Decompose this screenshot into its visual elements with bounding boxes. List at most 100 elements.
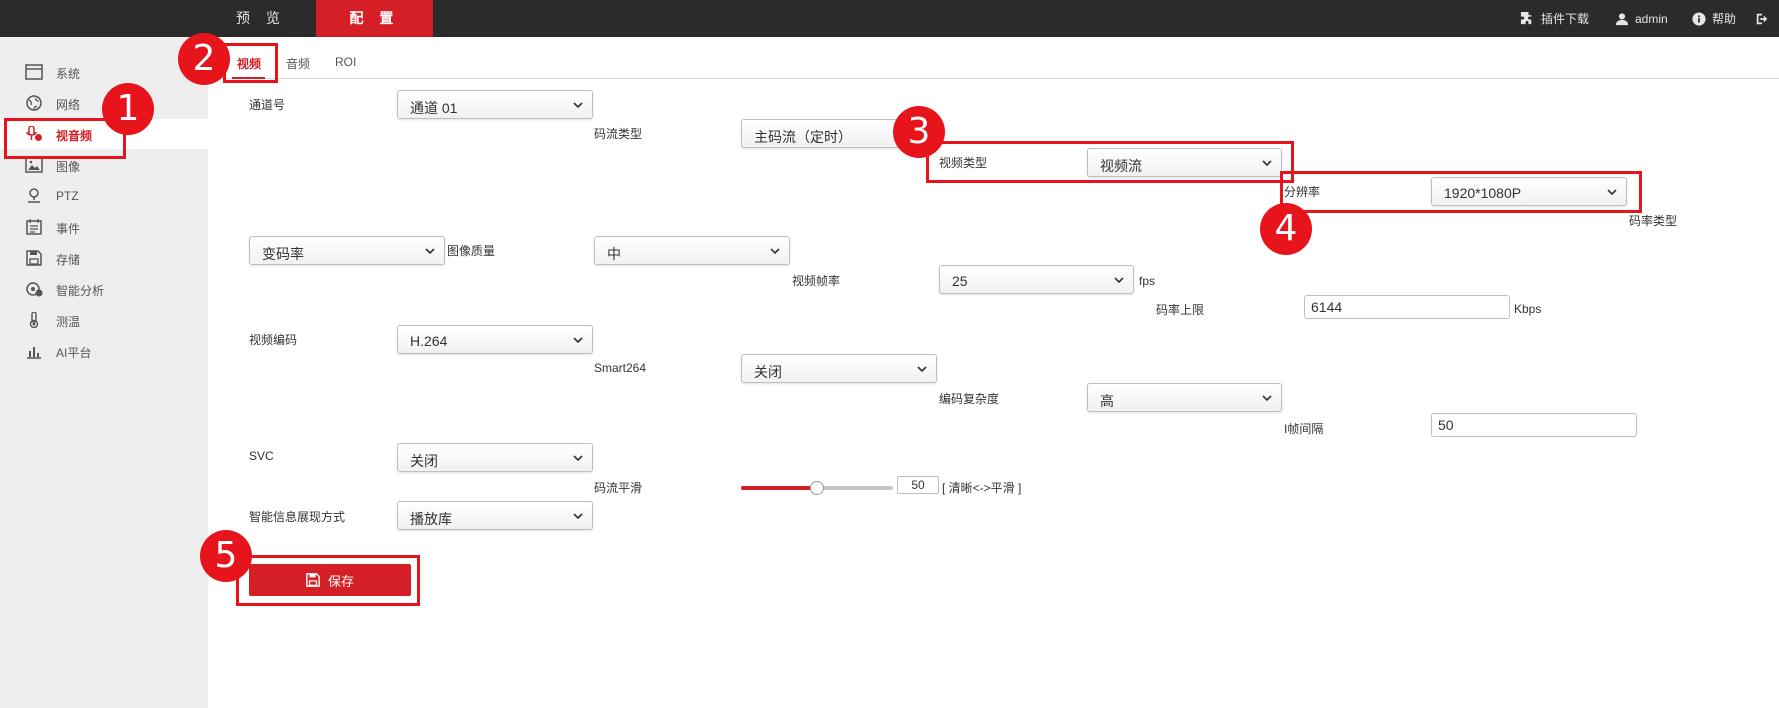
storage-icon bbox=[26, 250, 42, 266]
sidebar-item-label: 智能分析 bbox=[56, 284, 105, 298]
i-frame-interval-input[interactable] bbox=[1431, 413, 1637, 437]
stream-smoothing-input[interactable] bbox=[897, 476, 939, 494]
highlight-box-4 bbox=[1280, 171, 1642, 213]
chevron-down-icon bbox=[770, 248, 780, 255]
sub-tab-bar: 视频 音频 ROI bbox=[208, 37, 1779, 79]
info-icon bbox=[1692, 11, 1706, 26]
annotation-badge-4: 4 bbox=[1260, 203, 1312, 255]
plugin-download-label: 插件下载 bbox=[1541, 12, 1590, 26]
svc-value: 关闭 bbox=[410, 453, 438, 469]
smart-info-display-label: 智能信息展现方式 bbox=[249, 510, 346, 524]
encoding-complexity-label: 编码复杂度 bbox=[939, 392, 1000, 406]
stream-smoothing-hint: [ 清晰<->平滑 ] bbox=[942, 481, 1022, 495]
chevron-down-icon bbox=[573, 455, 583, 462]
smart264-value: 关闭 bbox=[754, 364, 782, 380]
top-navigation-bar: 预 览 配 置 插件下载 admin 帮助 bbox=[0, 0, 1779, 37]
video-encoding-value: H.264 bbox=[410, 333, 448, 349]
system-icon bbox=[25, 64, 43, 80]
highlight-box-5 bbox=[236, 555, 420, 606]
image-quality-label: 图像质量 bbox=[447, 244, 496, 258]
annotation-badge-5: 5 bbox=[200, 530, 252, 582]
smart-analysis-icon bbox=[26, 282, 43, 297]
slider-handle[interactable] bbox=[810, 481, 824, 495]
chevron-down-icon bbox=[573, 102, 583, 109]
chevron-down-icon bbox=[573, 337, 583, 344]
sidebar-item-label: 系统 bbox=[56, 67, 81, 81]
sidebar-item-ptz[interactable]: PTZ bbox=[0, 181, 208, 211]
user-name: admin bbox=[1635, 11, 1668, 26]
sidebar-item-smart-analysis[interactable]: 智能分析 bbox=[0, 274, 208, 304]
max-bitrate-unit: Kbps bbox=[1514, 302, 1542, 316]
sidebar-item-thermometry[interactable]: 测温 bbox=[0, 305, 208, 335]
smart-info-display-value: 播放库 bbox=[410, 511, 452, 527]
chevron-down-icon bbox=[917, 366, 927, 373]
help-label: 帮助 bbox=[1712, 12, 1737, 26]
chevron-down-icon bbox=[573, 513, 583, 520]
channel-value: 通道 01 bbox=[410, 100, 458, 116]
chevron-down-icon bbox=[1262, 395, 1272, 402]
frame-rate-label: 视频帧率 bbox=[792, 274, 841, 288]
sidebar-item-label: 测温 bbox=[56, 315, 81, 329]
frame-rate-select[interactable]: 25 bbox=[939, 265, 1134, 294]
plugin-download-link[interactable]: 插件下载 bbox=[1520, 0, 1589, 37]
tab-preview[interactable]: 预 览 bbox=[208, 0, 314, 37]
channel-select[interactable]: 通道 01 bbox=[397, 90, 593, 119]
svc-label: SVC bbox=[249, 449, 274, 463]
smart264-label: Smart264 bbox=[594, 361, 647, 375]
tab-configuration[interactable]: 配 置 bbox=[316, 0, 433, 37]
smart264-select[interactable]: 关闭 bbox=[741, 354, 937, 383]
highlight-box-2 bbox=[223, 43, 278, 83]
frame-rate-value: 25 bbox=[952, 273, 968, 289]
logout-icon bbox=[1756, 13, 1768, 24]
stream-type-value: 主码流（定时） bbox=[754, 129, 852, 145]
svc-select[interactable]: 关闭 bbox=[397, 443, 593, 472]
thermometer-icon bbox=[29, 312, 39, 328]
smart-info-display-select[interactable]: 播放库 bbox=[397, 501, 593, 530]
sidebar-item-storage[interactable]: 存储 bbox=[0, 243, 208, 273]
ptz-icon bbox=[28, 188, 40, 203]
image-quality-value: 中 bbox=[607, 246, 621, 262]
sidebar-item-label: 图像 bbox=[56, 160, 81, 174]
stream-type-label: 码流类型 bbox=[594, 127, 643, 141]
video-encoding-label: 视频编码 bbox=[249, 333, 298, 347]
bitrate-type-select[interactable]: 变码率 bbox=[249, 236, 445, 265]
help-link[interactable]: 帮助 bbox=[1692, 0, 1736, 37]
annotation-badge-3: 3 bbox=[893, 106, 945, 158]
image-icon bbox=[25, 157, 43, 173]
sidebar-item-ai-platform[interactable]: AI平台 bbox=[0, 336, 208, 366]
encoding-complexity-select[interactable]: 高 bbox=[1087, 383, 1282, 412]
sidebar-item-label: 事件 bbox=[56, 222, 81, 236]
video-encoding-select[interactable]: H.264 bbox=[397, 325, 593, 354]
i-frame-interval-label: I帧间隔 bbox=[1284, 422, 1324, 436]
stream-smoothing-label: 码流平滑 bbox=[594, 481, 643, 495]
logout-button[interactable] bbox=[1755, 0, 1775, 37]
max-bitrate-label: 码率上限 bbox=[1156, 303, 1205, 317]
sidebar-item-label: 网络 bbox=[56, 98, 81, 112]
chevron-down-icon bbox=[425, 248, 435, 255]
ai-platform-icon bbox=[27, 347, 41, 359]
subtab-audio[interactable]: 音频 bbox=[286, 55, 310, 72]
user-icon bbox=[1615, 12, 1629, 25]
sidebar-item-label: PTZ bbox=[56, 189, 79, 203]
annotation-badge-2: 2 bbox=[178, 33, 230, 85]
sidebar-item-system[interactable]: 系统 bbox=[0, 57, 208, 87]
subtab-roi[interactable]: ROI bbox=[335, 55, 356, 69]
sidebar-item-label: AI平台 bbox=[56, 346, 92, 360]
bitrate-type-value: 变码率 bbox=[262, 246, 304, 262]
sidebar-item-event[interactable]: 事件 bbox=[0, 212, 208, 242]
highlight-box-3 bbox=[926, 141, 1294, 183]
annotation-badge-1: 1 bbox=[102, 83, 154, 135]
bitrate-type-label: 码率类型 bbox=[1629, 214, 1678, 228]
slider-fill bbox=[741, 486, 817, 490]
max-bitrate-input[interactable] bbox=[1304, 295, 1510, 319]
network-icon bbox=[26, 95, 42, 111]
encoding-complexity-value: 高 bbox=[1100, 393, 1114, 409]
stream-smoothing-slider[interactable] bbox=[741, 481, 893, 495]
chevron-down-icon bbox=[1114, 277, 1124, 284]
frame-rate-unit: fps bbox=[1139, 274, 1156, 288]
image-quality-select[interactable]: 中 bbox=[594, 236, 790, 265]
sidebar-item-label: 存储 bbox=[56, 253, 81, 267]
event-icon bbox=[26, 219, 42, 235]
user-menu[interactable]: admin bbox=[1615, 0, 1668, 37]
puzzle-icon bbox=[1520, 11, 1532, 25]
